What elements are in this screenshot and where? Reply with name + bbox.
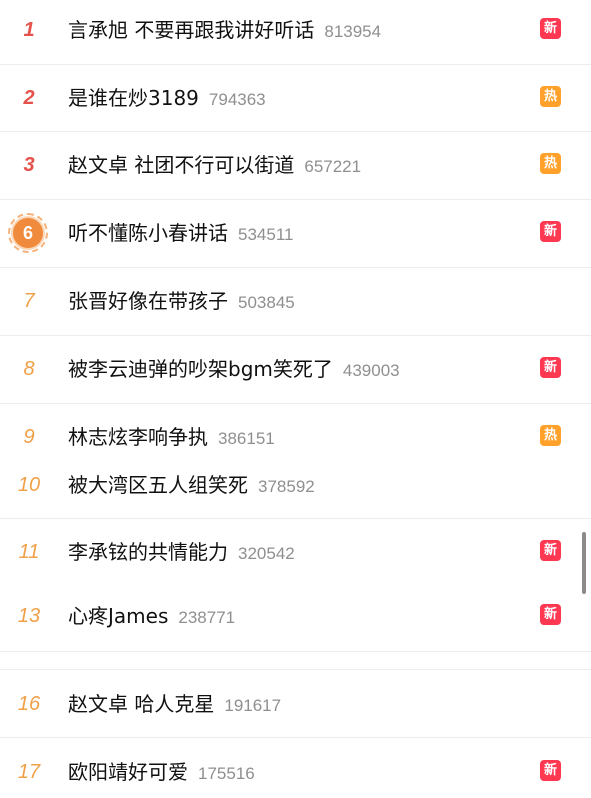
new-badge: 新 [540,18,561,39]
list-item[interactable]: 17 欧阳靖好可爱 175516 新 [0,752,591,792]
list-item[interactable]: 9 林志炫李响争执 386151 热 [0,417,591,457]
list-item[interactable]: 1 言承旭 不要再跟我讲好听话 813954 新 [0,10,591,50]
topic-title[interactable]: 言承旭 不要再跟我讲好听话 [68,18,314,42]
rank-number: 2 [23,87,35,109]
hot-badge: 热 [540,153,561,174]
topic-count: 534511 [238,225,294,244]
list-item[interactable]: 13 心疼James 238771 新 [0,596,591,636]
rank-number: 1 [23,19,35,41]
list-item[interactable]: 3 赵文卓 社团不行可以街道 657221 热 [0,145,591,185]
new-badge: 新 [540,760,561,781]
rank-number: 7 [23,290,35,312]
topic-count: 320542 [238,544,295,563]
hot-badge: 热 [540,86,561,107]
topic-title[interactable]: 李承铉的共情能力 [68,540,228,564]
new-badge: 新 [540,540,561,561]
topic-title[interactable]: 心疼James [68,604,168,628]
divider [0,518,591,519]
topic-title[interactable]: 张晋好像在带孩子 [68,289,228,313]
rank-number: 10 [17,474,41,496]
list-item[interactable]: 16 赵文卓 哈人克星 191617 [0,684,591,724]
rank-number: 6 [22,223,33,243]
topic-count: 175516 [198,764,255,783]
topic-count: 794363 [208,90,266,109]
topic-title[interactable]: 听不懂陈小春讲话 [68,221,228,245]
topic-count: 503845 [238,293,295,312]
topic-title[interactable]: 赵文卓 哈人克星 [68,692,214,716]
rank-number: 8 [23,358,35,380]
divider [0,199,591,200]
topic-count: 191617 [224,696,282,715]
topic-title[interactable]: 林志炫李响争执 [68,425,208,449]
topic-count: 439003 [342,361,400,380]
divider [0,64,591,65]
list-item[interactable]: 2 是谁在炒3189 794363 热 [0,78,591,118]
topic-count: 378592 [258,477,315,496]
rank-number: 11 [18,541,40,563]
hot-badge: 热 [540,425,561,446]
divider [0,651,591,652]
rank-number: 9 [23,426,35,448]
topic-title[interactable]: 是谁在炒3189 [68,86,199,110]
divider [0,131,591,132]
scrollbar[interactable] [582,532,586,594]
list-item[interactable]: 8 被李云迪弹的吵架bgm笑死了 439003 新 [0,349,591,389]
topic-count: 386151 [218,429,275,448]
divider [0,335,591,336]
list-item[interactable]: 6 听不懂陈小春讲话 534511 新 [0,213,591,253]
rank-medal-icon: 6 [8,213,48,253]
rank-number: 13 [17,605,41,627]
list-item[interactable]: 7 张晋好像在带孩子 503845 [0,281,591,321]
topic-title[interactable]: 被李云迪弹的吵架bgm笑死了 [68,357,333,381]
list-item[interactable]: 10 被大湾区五人组笑死 378592 [0,465,591,505]
divider [0,669,591,670]
divider [0,403,591,404]
rank-number: 3 [23,154,35,176]
topic-title[interactable]: 赵文卓 社团不行可以街道 [68,153,294,177]
topic-count: 238771 [178,608,236,627]
rank-number: 17 [17,761,41,783]
topic-title[interactable]: 欧阳靖好可爱 [68,760,188,784]
divider [0,737,591,738]
new-badge: 新 [540,221,561,242]
new-badge: 新 [540,357,561,378]
topic-count: 813954 [324,22,382,41]
new-badge: 新 [540,604,561,625]
list-item[interactable]: 11 李承铉的共情能力 320542 新 [0,532,591,572]
topic-title[interactable]: 被大湾区五人组笑死 [68,473,248,497]
topic-count: 657221 [304,157,362,176]
divider [0,267,591,268]
rank-number: 16 [17,693,41,715]
